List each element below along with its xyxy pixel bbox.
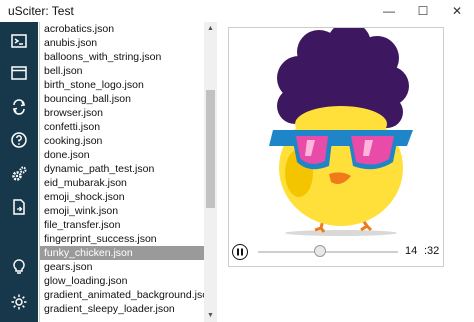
window-controls: — ☐ ✕ [372, 0, 474, 22]
window-title: uSciter: Test [8, 4, 74, 18]
lightbulb-button[interactable] [0, 252, 38, 282]
animation-preview [228, 22, 444, 267]
file-list-item[interactable]: eid_mubarak.json [40, 176, 205, 190]
file-list[interactable]: acrobatics.json anubis.json balloons_with_… [39, 22, 205, 322]
title-bar: uSciter: Test — ☐ ✕ [0, 0, 474, 22]
refresh-icon [12, 99, 26, 115]
ground-shadow [285, 230, 397, 236]
file-list-item[interactable]: file_transfer.json [40, 218, 205, 232]
scroll-down-arrow[interactable]: ▼ [204, 309, 217, 322]
terminal-icon [11, 34, 27, 48]
window-button[interactable] [0, 58, 38, 88]
file-list-item[interactable]: done.json [40, 148, 205, 162]
minimize-button[interactable]: — [372, 0, 406, 22]
settings-icon [12, 166, 27, 181]
total-frames: :32 [424, 245, 440, 257]
pause-icon [237, 248, 243, 256]
scroll-up-arrow[interactable]: ▲ [204, 22, 217, 35]
file-list-item[interactable]: emoji_shock.json [40, 190, 205, 204]
file-list-item[interactable]: funky_chicken.json [40, 246, 205, 260]
close-button[interactable]: ✕ [440, 0, 474, 22]
help-icon [11, 132, 27, 148]
settings-button[interactable] [0, 159, 38, 189]
file-list-scrollbar[interactable]: ▲ ▼ [204, 22, 217, 322]
file-list-item[interactable]: dynamic_path_test.json [40, 162, 205, 176]
window-icon [11, 66, 27, 80]
lightbulb-icon [13, 259, 25, 274]
pause-button[interactable] [232, 244, 248, 260]
sun-icon [11, 294, 27, 310]
help-button[interactable] [0, 125, 38, 155]
theme-button[interactable] [0, 287, 38, 317]
terminal-button[interactable] [0, 26, 38, 56]
file-list-item[interactable]: glow_loading.json [40, 274, 205, 288]
file-list-item[interactable]: confetti.json [40, 120, 205, 134]
file-list-item[interactable]: browser.json [40, 106, 205, 120]
playback-bar: 14 :32 [228, 240, 442, 264]
file-list-item[interactable]: balloons_with_string.json [40, 50, 205, 64]
refresh-button[interactable] [0, 92, 38, 122]
file-list-item[interactable]: emoji_wink.json [40, 204, 205, 218]
funky-chicken-animation [269, 22, 413, 236]
file-list-item[interactable]: gradient_animated_background.json [40, 288, 205, 302]
file-list-item[interactable]: birth_stone_logo.json [40, 78, 205, 92]
file-export-button[interactable] [0, 192, 38, 222]
file-list-item[interactable]: anubis.json [40, 36, 205, 50]
frame-slider-track[interactable] [258, 251, 398, 253]
scroll-thumb[interactable] [206, 90, 215, 208]
file-list-item[interactable]: acrobatics.json [40, 22, 205, 36]
file-list-item[interactable]: fingerprint_success.json [40, 232, 205, 246]
file-list-item[interactable]: gradient_sleepy_loader.json [40, 302, 205, 316]
frame-slider-thumb[interactable] [313, 245, 326, 257]
file-list-item[interactable]: bouncing_ball.json [40, 92, 205, 106]
file-list-item[interactable]: cooking.json [40, 134, 205, 148]
file-list-item[interactable]: gears.json [40, 260, 205, 274]
maximize-button[interactable]: ☐ [406, 0, 440, 22]
file-export-icon [13, 199, 25, 215]
file-list-item[interactable]: bell.json [40, 64, 205, 78]
sidebar [0, 22, 38, 322]
current-frame: 14 [405, 245, 418, 257]
